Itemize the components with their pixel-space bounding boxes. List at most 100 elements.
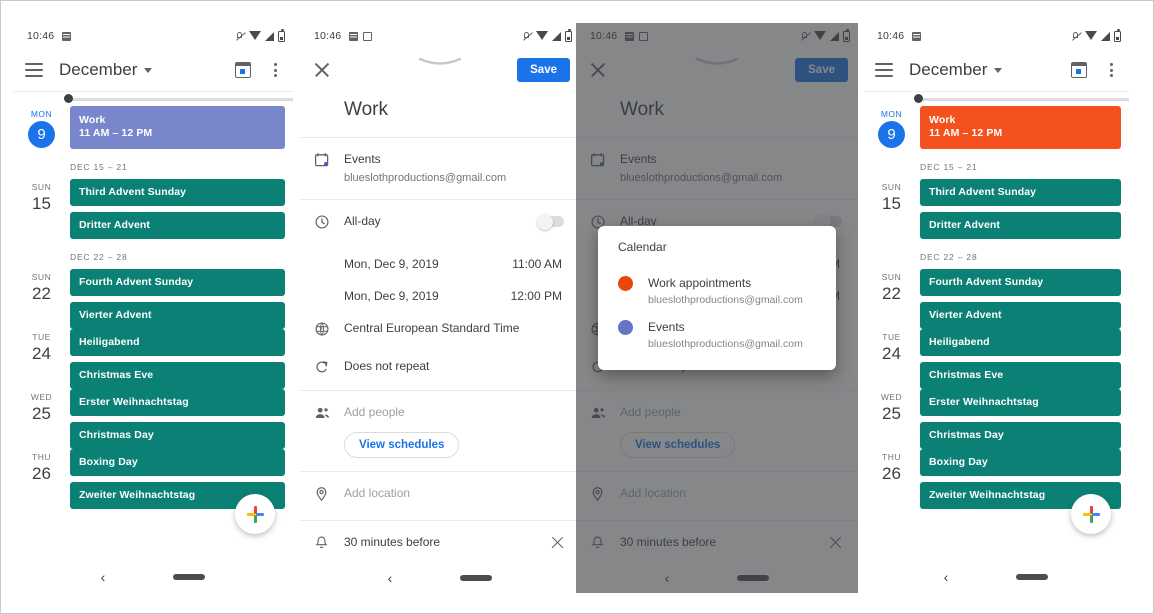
day-group-today: MON 9 Work 11 AM – 12 PM xyxy=(863,106,1129,149)
event-chip[interactable]: Dritter Advent xyxy=(70,212,285,239)
day-list: SUN 15 Third Advent Sunday Dritter Adven… xyxy=(863,179,1129,509)
notification-value: 30 minutes before xyxy=(344,535,441,549)
calendar-row[interactable]: Events blueslothproductions@gmail.com xyxy=(300,138,580,199)
start-row[interactable]: Mon, Dec 9, 2019 11:00 AM xyxy=(300,248,580,280)
dialog-option-work[interactable]: Work appointments blueslothproductions@g… xyxy=(598,268,836,312)
editor-app-bar: Save xyxy=(300,49,580,91)
day-column: SUN 22 xyxy=(13,269,70,329)
event-chip[interactable]: Heiligabend xyxy=(920,329,1121,356)
status-right-icons xyxy=(1071,28,1121,42)
option-name: Events xyxy=(648,320,685,334)
today-icon[interactable] xyxy=(235,62,251,78)
weekday-label: SUN xyxy=(881,182,902,192)
calendar-icon xyxy=(314,151,344,173)
event-chip[interactable]: Boxing Day xyxy=(920,449,1121,476)
menu-icon[interactable] xyxy=(25,63,43,77)
day-group: TUE 24 Heiligabend Christmas Eve xyxy=(13,329,293,389)
add-location-input[interactable]: Add location xyxy=(344,485,564,501)
nav-back-icon[interactable]: ‹ xyxy=(388,571,393,585)
location-row[interactable]: Add location xyxy=(300,472,580,520)
chevron-down-icon xyxy=(144,67,153,73)
event-chip[interactable]: Third Advent Sunday xyxy=(920,179,1121,206)
event-chip[interactable]: Vierter Advent xyxy=(70,302,285,329)
bell-icon xyxy=(314,534,344,556)
people-row[interactable]: Add people xyxy=(300,391,580,432)
create-event-fab[interactable] xyxy=(235,494,275,534)
weekday-label: SUN xyxy=(881,272,902,282)
nav-home-pill[interactable] xyxy=(1016,574,1049,580)
event-chip[interactable]: Boxing Day xyxy=(70,449,285,476)
wifi-icon xyxy=(1085,30,1097,40)
start-date[interactable]: Mon, Dec 9, 2019 xyxy=(344,257,439,271)
event-column: Heiligabend Christmas Eve xyxy=(70,329,285,389)
people-icon xyxy=(314,404,344,426)
event-chip-work[interactable]: Work 11 AM – 12 PM xyxy=(70,106,285,149)
remove-notification-icon[interactable] xyxy=(551,536,564,549)
event-chip[interactable]: Erster Weihnachtstag xyxy=(70,389,285,416)
event-chip[interactable]: Dritter Advent xyxy=(920,212,1121,239)
close-icon[interactable] xyxy=(314,62,330,78)
event-chip[interactable]: Third Advent Sunday xyxy=(70,179,285,206)
event-title: Christmas Day xyxy=(79,429,154,441)
app-bar: December xyxy=(13,49,293,91)
event-chip[interactable]: Heiligabend xyxy=(70,329,285,356)
event-chip[interactable]: Vierter Advent xyxy=(920,302,1121,329)
create-event-fab[interactable] xyxy=(1071,494,1111,534)
overflow-menu-icon[interactable] xyxy=(267,62,283,78)
weekday-label: WED xyxy=(30,392,53,402)
month-selector[interactable]: December xyxy=(59,60,153,80)
menu-icon[interactable] xyxy=(875,63,893,77)
event-chip[interactable]: Fourth Advent Sunday xyxy=(920,269,1121,296)
signal-icon xyxy=(552,31,561,41)
phone-panel-schedule-before: 10:46 December MON 9 Work 11 AM – 12 PM … xyxy=(13,23,293,593)
mute-icon xyxy=(1071,31,1081,41)
event-chip[interactable]: Christmas Eve xyxy=(70,362,285,389)
status-time: 10:46 xyxy=(877,30,905,42)
overflow-menu-icon[interactable] xyxy=(1103,62,1119,78)
add-people-input[interactable]: Add people xyxy=(344,404,564,420)
signal-icon xyxy=(265,31,274,41)
nav-ghost-text xyxy=(863,582,1129,590)
event-chip[interactable]: Christmas Day xyxy=(70,422,285,449)
nav-home-pill[interactable] xyxy=(173,574,206,580)
event-column: Work 11 AM – 12 PM xyxy=(920,106,1121,149)
event-chip-work[interactable]: Work 11 AM – 12 PM xyxy=(920,106,1121,149)
day-group: WED 25 Erster Weihnachtstag Christmas Da… xyxy=(13,389,293,449)
chevron-down-icon xyxy=(994,67,1003,73)
day-number: 15 xyxy=(32,194,51,213)
save-button[interactable]: Save xyxy=(517,58,570,82)
event-title: Dritter Advent xyxy=(79,219,151,231)
event-chip[interactable]: Erster Weihnachtstag xyxy=(920,389,1121,416)
week-label-1: DEC 15 – 21 xyxy=(70,162,128,172)
dialog-option-events[interactable]: Events blueslothproductions@gmail.com xyxy=(598,312,836,356)
end-time[interactable]: 12:00 PM xyxy=(511,289,562,303)
nav-home-pill[interactable] xyxy=(460,575,493,581)
today-icon[interactable] xyxy=(1071,62,1087,78)
timezone-row[interactable]: Central European Standard Time xyxy=(300,312,580,350)
allday-toggle[interactable] xyxy=(537,213,564,230)
event-title: Christmas Eve xyxy=(929,369,1004,381)
event-chip[interactable]: Christmas Eve xyxy=(920,362,1121,389)
view-schedules-button[interactable]: View schedules xyxy=(344,432,460,458)
start-time[interactable]: 11:00 AM xyxy=(512,257,562,271)
schedule-list[interactable]: MON 9 Work 11 AM – 12 PM DEC 15 – 21 SUN… xyxy=(13,91,293,592)
repeat-row[interactable]: Does not repeat xyxy=(300,350,580,390)
day-number: 25 xyxy=(882,404,901,423)
allday-row[interactable]: All-day xyxy=(300,200,580,248)
event-chip[interactable]: Christmas Day xyxy=(920,422,1121,449)
end-row[interactable]: Mon, Dec 9, 2019 12:00 PM xyxy=(300,280,580,312)
event-chip[interactable]: Fourth Advent Sunday xyxy=(70,269,285,296)
event-title: Third Advent Sunday xyxy=(79,186,187,198)
week-label-1: DEC 15 – 21 xyxy=(920,162,978,172)
calendar-value: Events blueslothproductions@gmail.com xyxy=(344,151,564,186)
timezone-value: Central European Standard Time xyxy=(344,321,520,335)
month-selector[interactable]: December xyxy=(909,60,1003,80)
end-date[interactable]: Mon, Dec 9, 2019 xyxy=(344,289,439,303)
event-title-field[interactable]: Work xyxy=(300,91,580,137)
schedule-list[interactable]: MON 9 Work 11 AM – 12 PM DEC 15 – 21 SUN… xyxy=(863,91,1129,592)
day-column: THU 26 xyxy=(863,449,920,509)
notification-row[interactable]: 30 minutes before xyxy=(300,521,580,560)
drag-handle-icon[interactable] xyxy=(418,57,462,69)
color-dot-icon xyxy=(618,320,633,335)
weekday-label: WED xyxy=(880,392,903,402)
